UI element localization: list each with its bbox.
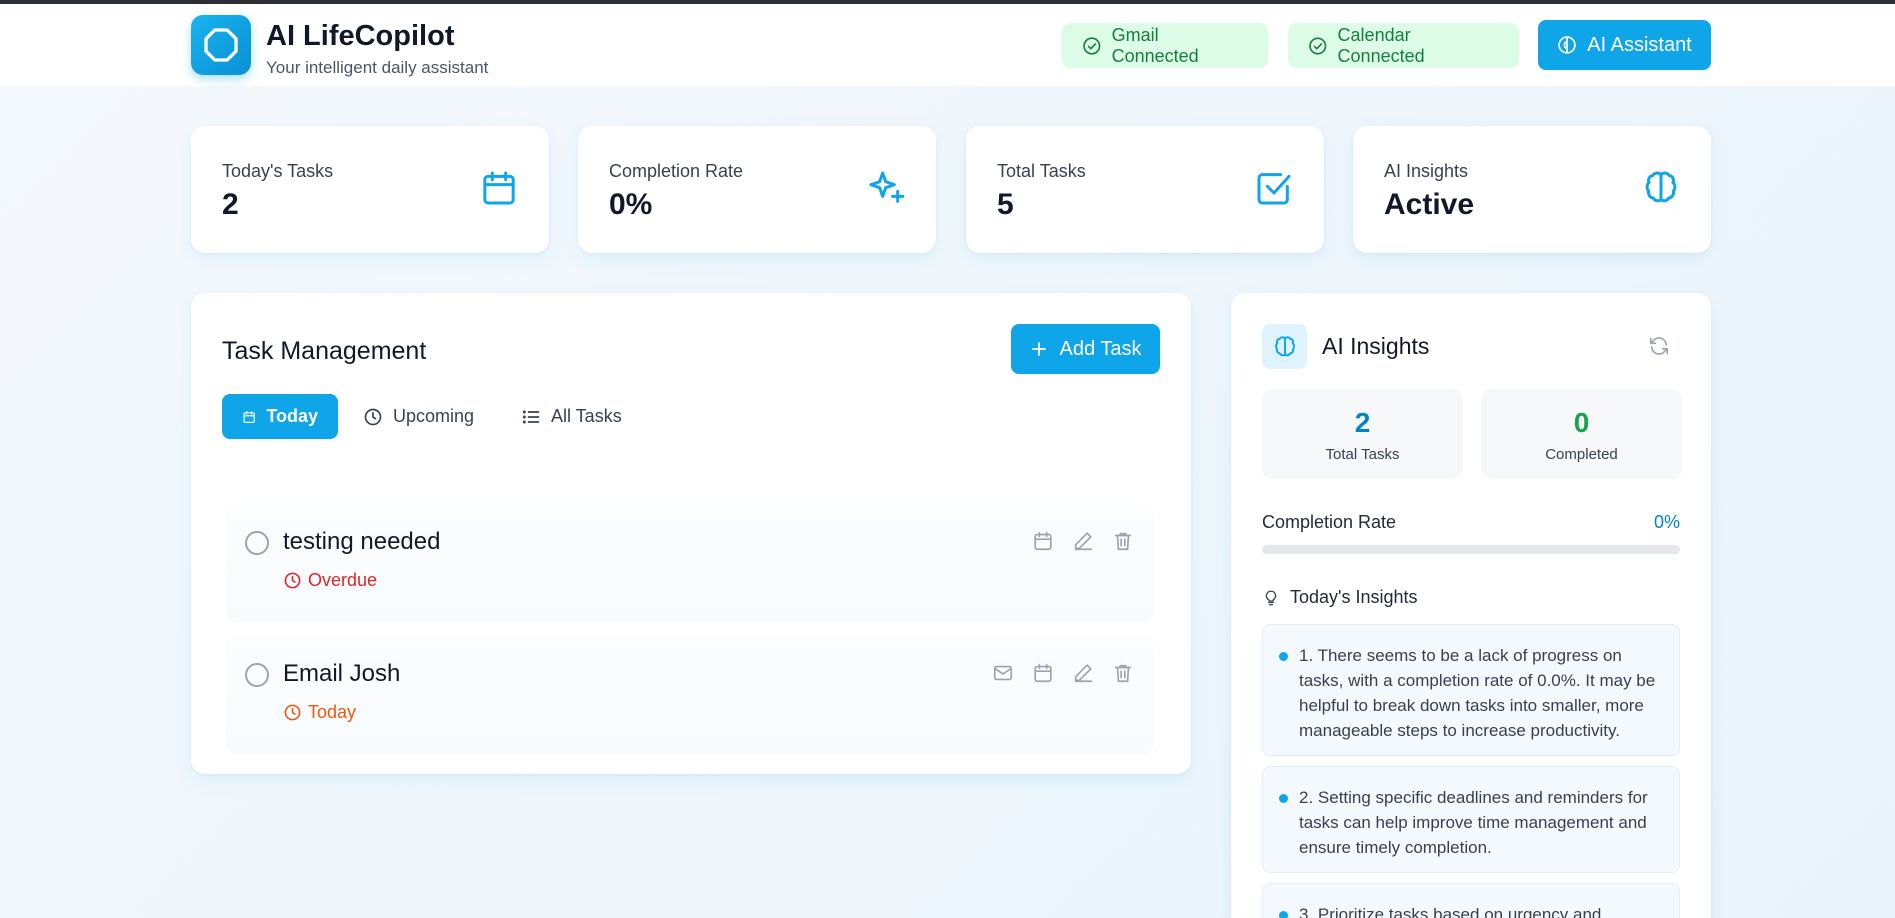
tab-label: Today [266, 406, 318, 426]
stat-label: AI Insights [1384, 161, 1469, 181]
tab-today[interactable]: Today [222, 394, 338, 439]
completion-rate-value: 0% [1653, 512, 1680, 532]
completed-label: Completed [1545, 446, 1618, 463]
sparkles-icon [869, 171, 905, 203]
task-due-label: Overdue [308, 570, 378, 590]
total-tasks-count: 2 [1354, 407, 1371, 438]
mail-icon[interactable] [992, 662, 1014, 684]
check-square-icon [1257, 173, 1291, 205]
clock-icon [284, 572, 301, 589]
ai-assistant-button[interactable]: AI Assistant [1538, 20, 1711, 70]
brain-icon [1274, 335, 1295, 356]
app-logo [191, 15, 251, 75]
stat-card-todays-tasks: Today's Tasks 2 [191, 126, 549, 253]
stat-label: Today's Tasks [222, 161, 334, 181]
task-complete-checkbox[interactable] [245, 663, 269, 687]
stat-value: 5 [997, 188, 1014, 221]
task-due-status: Overdue [283, 570, 377, 591]
todays-insights-heading: Today's Insights [1262, 587, 1418, 608]
ai-assistant-label: AI Assistant [1587, 33, 1692, 56]
task-due-label: Today [308, 702, 357, 722]
check-circle-icon [1083, 36, 1101, 55]
calendar-icon [483, 171, 515, 205]
task-title: testing needed [283, 528, 441, 555]
task-row[interactable]: testing needed Overdue [226, 504, 1154, 622]
insight-item: 3. Prioritize tasks based on urgency and [1262, 883, 1680, 918]
task-title: Email Josh [283, 660, 401, 687]
trash-icon[interactable] [1112, 530, 1134, 552]
stat-label: Completion Rate [609, 161, 744, 181]
task-complete-checkbox[interactable] [245, 531, 269, 555]
completed-summary: 0 Completed [1481, 389, 1682, 479]
task-due-status: Today [283, 702, 356, 723]
stat-card-ai-insights: AI Insights Active [1353, 126, 1711, 253]
lightbulb-icon [1265, 590, 1277, 605]
calendar-icon[interactable] [1032, 662, 1054, 684]
trash-icon[interactable] [1112, 662, 1134, 684]
tab-all-tasks[interactable]: All Tasks [501, 394, 642, 439]
insights-panel-title: AI Insights [1322, 333, 1430, 359]
stat-value: Active [1384, 188, 1475, 221]
list-icon [522, 409, 540, 424]
calendar-icon[interactable] [1032, 530, 1054, 552]
app-header: AI LifeCopilot Your intelligent daily as… [0, 4, 1895, 86]
tab-label: Upcoming [393, 406, 475, 426]
gmail-status-label: Gmail Connected [1111, 24, 1199, 66]
gmail-connected-badge[interactable]: Gmail Connected [1062, 23, 1268, 68]
task-panel-title: Task Management [222, 337, 427, 365]
brain-icon [1558, 36, 1576, 54]
stat-value: 0% [609, 188, 653, 221]
calendar-connected-badge[interactable]: Calendar Connected [1288, 23, 1519, 68]
completed-count: 0 [1573, 407, 1590, 438]
completion-progress-bar [1262, 545, 1680, 554]
refresh-icon[interactable] [1648, 335, 1670, 357]
edit-pencil-icon[interactable] [1072, 662, 1094, 684]
octagon-logo-icon [204, 28, 238, 62]
tab-label: All Tasks [551, 406, 622, 426]
check-circle-icon [1309, 36, 1327, 55]
brain-icon [1645, 171, 1677, 203]
calendar-status-label: Calendar Connected [1337, 24, 1425, 66]
clock-icon [284, 704, 301, 721]
insights-badge [1262, 324, 1307, 369]
stat-label: Total Tasks [997, 161, 1086, 181]
completion-rate-label: Completion Rate [1262, 512, 1397, 532]
clock-icon [364, 408, 382, 425]
plus-icon [1031, 342, 1046, 356]
insight-item: 1. There seems to be a lack of progress … [1262, 624, 1680, 756]
todays-insights-label: Today's Insights [1290, 587, 1418, 607]
task-row[interactable]: Email Josh Today [226, 636, 1154, 754]
add-task-button[interactable]: Add Task [1011, 324, 1160, 374]
add-task-label: Add Task [1059, 337, 1142, 360]
total-tasks-label: Total Tasks [1325, 446, 1400, 463]
calendar-icon [243, 410, 255, 423]
stat-card-total-tasks: Total Tasks 5 [966, 126, 1324, 253]
app-subtitle: Your intelligent daily assistant [266, 58, 489, 77]
tab-upcoming[interactable]: Upcoming [343, 394, 494, 439]
total-tasks-summary: 2 Total Tasks [1262, 389, 1463, 479]
stat-value: 2 [222, 188, 239, 221]
insight-item: 2. Setting specific deadlines and remind… [1262, 766, 1680, 873]
edit-pencil-icon[interactable] [1072, 530, 1094, 552]
stat-card-completion-rate: Completion Rate 0% [578, 126, 936, 253]
app-title: AI LifeCopilot [266, 20, 455, 52]
